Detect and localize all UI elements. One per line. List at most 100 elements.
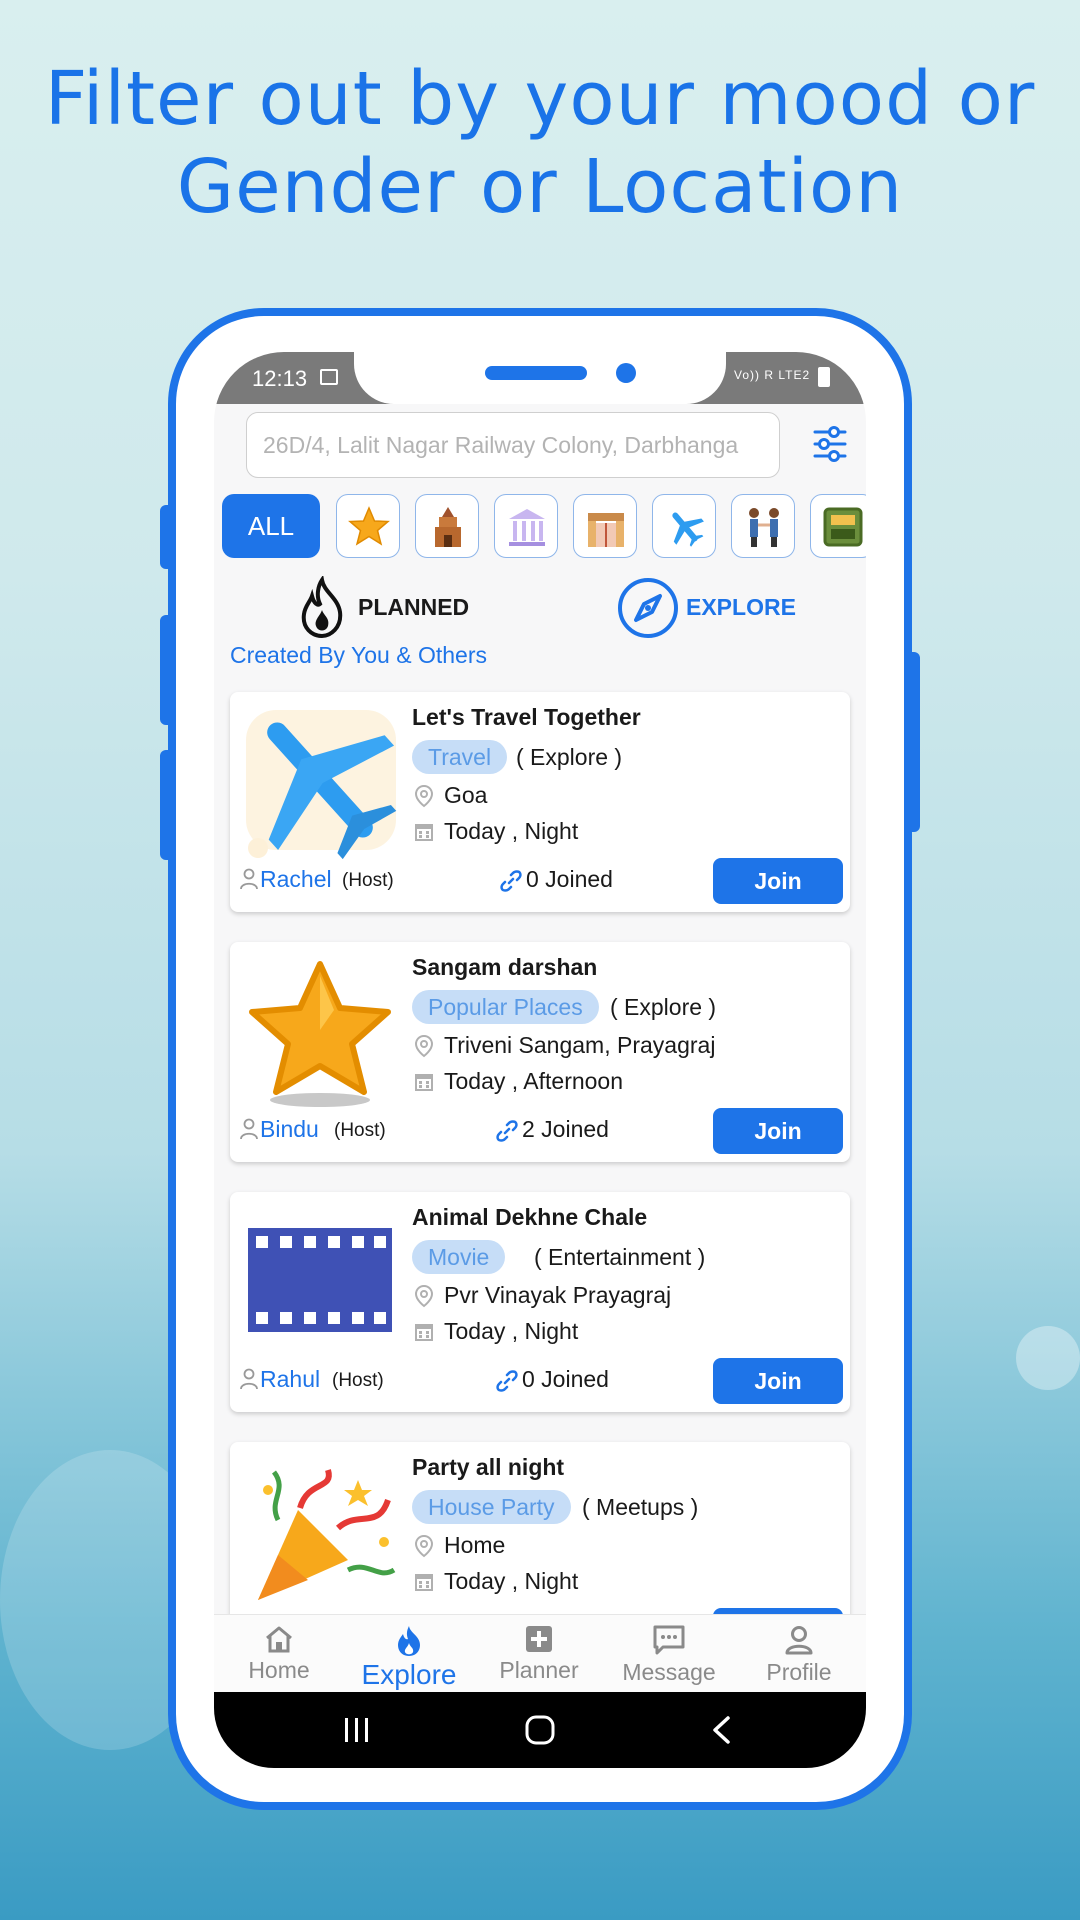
location-pin-icon: [414, 784, 434, 808]
museum-icon: [509, 509, 545, 546]
star-icon: [249, 961, 391, 1107]
recent-apps-icon[interactable]: [342, 1716, 372, 1744]
user-icon: [240, 1368, 258, 1390]
event-card[interactable]: Let's Travel Together Travel ( Explore )…: [230, 692, 850, 912]
host-label: (Host): [332, 1370, 384, 1391]
calendar-icon: [415, 1574, 433, 1591]
link-icon: [496, 1120, 518, 1142]
category-chip-zoo[interactable]: [573, 494, 637, 558]
join-button[interactable]: Join: [713, 1358, 843, 1404]
bottom-navigation: Home Explore Planner Message Profile: [214, 1614, 866, 1692]
location-pin-icon: [414, 1284, 434, 1308]
event-tag[interactable]: Movie: [412, 1240, 506, 1274]
phone-screen: 12:13 Vo)) R LTE2 26D/4, Lalit Nagar Rai…: [214, 352, 866, 1768]
calendar-icon: [415, 824, 433, 841]
event-tag[interactable]: Popular Places: [412, 990, 599, 1024]
airplane-icon: [672, 512, 704, 547]
event-category: ( Explore ): [610, 994, 717, 1020]
join-button[interactable]: Join: [713, 858, 843, 904]
meetup-icon: [749, 508, 779, 547]
event-time: Today , Night: [444, 818, 579, 844]
category-chip-row: ALL: [222, 494, 866, 558]
headline-line-1: Filter out by your mood or: [44, 56, 1036, 142]
event-category: ( Explore ): [516, 744, 623, 770]
pub-icon: [823, 507, 863, 547]
phone-camera: [616, 363, 636, 383]
user-icon: [240, 868, 258, 890]
background-dot: [1016, 1326, 1080, 1390]
event-title: Let's Travel Together: [412, 704, 641, 730]
section-label: Created By You & Others: [230, 642, 487, 668]
signal-status: Vo)) R LTE2: [734, 368, 811, 382]
link-icon: [496, 1370, 518, 1392]
event-location: Triveni Sangam, Prayagraj: [444, 1032, 716, 1058]
category-chip-temple[interactable]: [415, 494, 479, 558]
home-icon: [266, 1626, 292, 1653]
compass-icon: [618, 578, 678, 638]
film-strip-icon: [248, 1228, 392, 1332]
category-chip-museum[interactable]: [494, 494, 558, 558]
joined-count: 2 Joined: [522, 1116, 609, 1142]
event-tag[interactable]: Travel: [412, 740, 508, 774]
join-button[interactable]: Join: [713, 1108, 843, 1154]
event-time: Today , Night: [444, 1568, 579, 1594]
category-chip-meetup[interactable]: [731, 494, 795, 558]
location-pin-icon: [414, 1034, 434, 1058]
nav-planner-label: Planner: [499, 1657, 579, 1683]
system-navigation-bar: [214, 1692, 866, 1768]
category-chip-pub[interactable]: [810, 494, 866, 558]
zoo-icon: [588, 513, 624, 547]
flame-icon: [398, 1626, 420, 1656]
category-chip-popular[interactable]: [336, 494, 400, 558]
nav-home-label: Home: [248, 1657, 310, 1683]
event-host[interactable]: Rachel: [260, 866, 332, 893]
image-notification-icon: [320, 369, 338, 385]
event-category: ( Meetups ): [582, 1494, 699, 1520]
calendar-icon: [415, 1324, 433, 1341]
nav-message-label: Message: [622, 1659, 716, 1685]
location-pin-icon: [414, 1534, 434, 1558]
joined-count: 0 Joined: [522, 1366, 609, 1392]
event-card[interactable]: Sangam darshan Popular Places ( Explore …: [230, 942, 850, 1162]
plus-square-icon: [526, 1626, 552, 1652]
airplane-icon: [246, 710, 397, 860]
user-icon: [240, 1118, 258, 1140]
category-chip-all[interactable]: ALL: [222, 494, 320, 558]
back-icon[interactable]: [710, 1715, 732, 1745]
host-label: (Host): [334, 1120, 386, 1141]
event-title: Sangam darshan: [412, 954, 598, 980]
event-host[interactable]: Bindu: [260, 1116, 319, 1143]
filter-sliders-icon[interactable]: [812, 424, 848, 464]
event-category: ( Entertainment ): [534, 1244, 706, 1270]
planned-tab[interactable]: PLANNED: [294, 574, 469, 643]
flame-icon: [301, 574, 343, 639]
explore-tab[interactable]: EXPLORE: [616, 576, 796, 645]
event-title: Party all night: [412, 1454, 565, 1480]
nav-profile-label: Profile: [766, 1659, 832, 1685]
category-chip-travel[interactable]: [652, 494, 716, 558]
nav-explore-label: Explore: [361, 1659, 457, 1690]
event-host[interactable]: Rahul: [260, 1366, 320, 1393]
mode-toggle: PLANNED EXPLORE: [214, 570, 866, 640]
party-popper-icon: [258, 1469, 396, 1600]
profile-icon: [785, 1626, 813, 1655]
nav-planner[interactable]: Planner: [474, 1619, 604, 1684]
location-search-input[interactable]: 26D/4, Lalit Nagar Railway Colony, Darbh…: [246, 412, 780, 478]
nav-message[interactable]: Message: [604, 1619, 734, 1686]
star-icon: [348, 506, 390, 546]
link-icon: [500, 870, 522, 892]
event-card[interactable]: Animal Dekhne Chale Movie ( Entertainmen…: [230, 1192, 850, 1412]
message-icon: [653, 1625, 685, 1655]
headline: Filter out by your mood or Gender or Loc…: [0, 55, 1080, 231]
event-tag[interactable]: House Party: [412, 1490, 571, 1524]
battery-icon: [818, 367, 830, 387]
nav-home[interactable]: Home: [214, 1619, 344, 1684]
event-location: Pvr Vinayak Prayagraj: [444, 1282, 672, 1308]
nav-explore[interactable]: Explore: [344, 1619, 474, 1691]
nav-profile[interactable]: Profile: [734, 1619, 864, 1686]
event-location: Goa: [444, 782, 488, 808]
phone-speaker: [485, 366, 587, 380]
explore-label: EXPLORE: [686, 594, 796, 620]
home-button-icon[interactable]: [524, 1714, 556, 1746]
event-time: Today , Night: [444, 1318, 579, 1344]
